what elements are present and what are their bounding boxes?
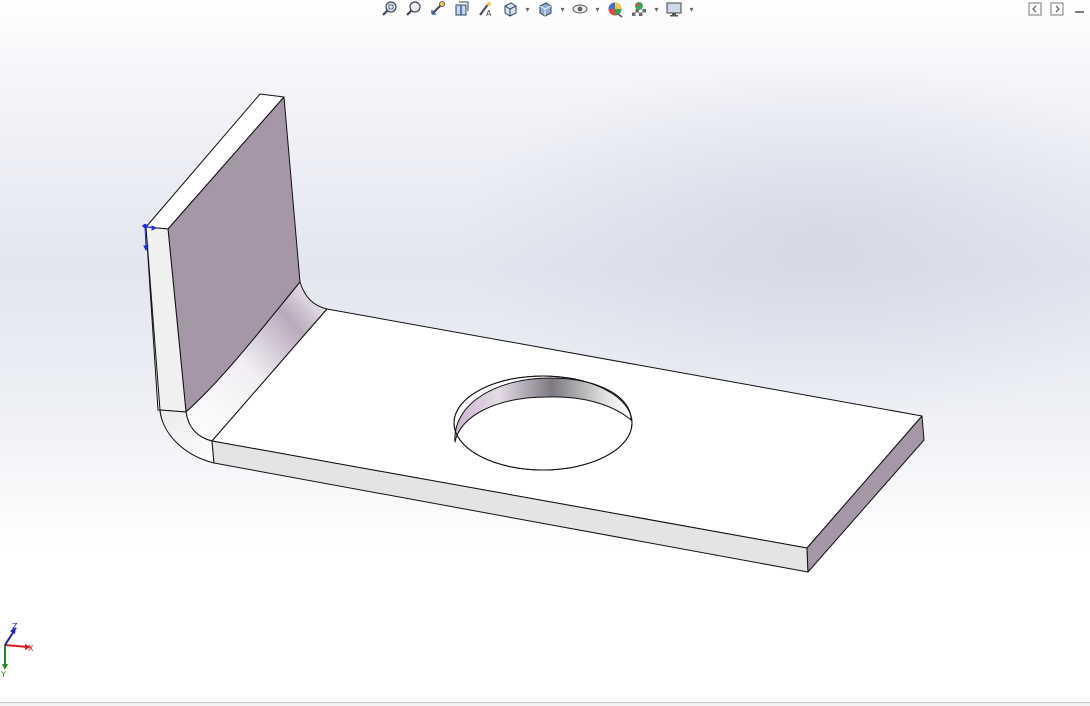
model-view: X Y Z <box>0 93 925 679</box>
triad-y-label: Y <box>0 670 6 679</box>
triad-z-label: Z <box>12 622 18 631</box>
viewport-bottom-border <box>0 702 1090 706</box>
triad-x-label: X <box>28 644 34 653</box>
reference-triad[interactable]: X Y Z <box>0 622 34 679</box>
part-body[interactable] <box>145 93 925 573</box>
